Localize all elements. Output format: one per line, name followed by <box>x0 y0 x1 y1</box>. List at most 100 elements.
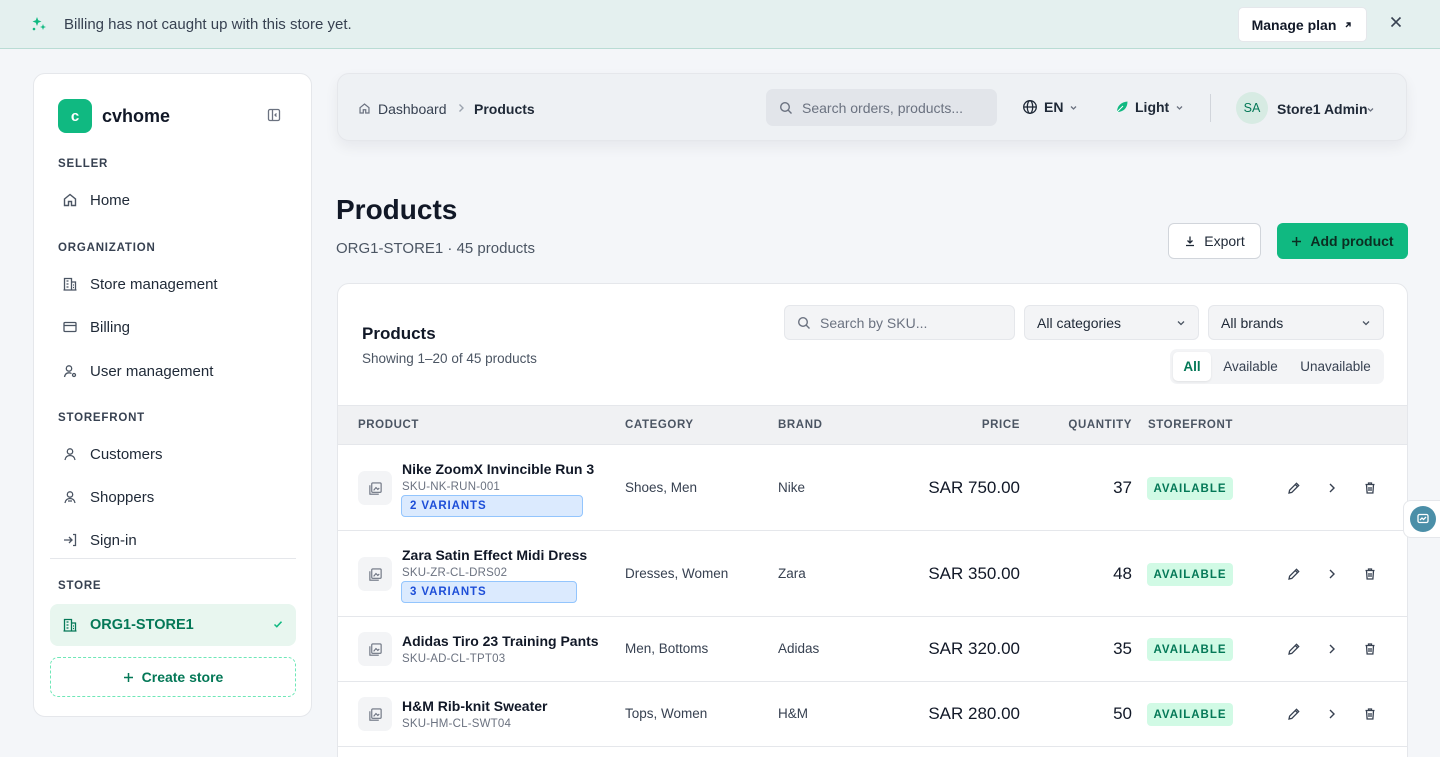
language-selector[interactable]: EN <box>1022 99 1078 115</box>
sparkle-icon <box>31 16 47 32</box>
product-price: SAR 350.00 <box>928 564 1020 583</box>
image-placeholder-icon <box>358 697 392 731</box>
credit-card-icon <box>62 319 78 335</box>
table-row[interactable]: Zara Satin Effect Midi Dress SKU-ZR-CL-D… <box>338 531 1407 617</box>
product-brand: Nike <box>778 480 806 495</box>
sidebar-item-label: Store management <box>90 275 218 293</box>
page-title: Products <box>336 194 458 225</box>
trash-icon[interactable] <box>1363 642 1377 656</box>
sidebar-item-billing[interactable]: Billing <box>50 308 296 346</box>
filter-all[interactable]: All <box>1173 352 1211 381</box>
sidebar-item-store-management[interactable]: Store management <box>50 265 296 303</box>
product-quantity: 48 <box>1113 564 1132 583</box>
home-icon <box>62 192 78 208</box>
variants-badge[interactable]: 2 VARIANTS <box>401 495 583 517</box>
sidebar-item-customers[interactable]: Customers <box>50 435 296 473</box>
manage-plan-button[interactable]: Manage plan <box>1238 7 1367 42</box>
image-placeholder-icon <box>358 471 392 505</box>
product-sku: SKU-ZR-CL-DRS02 <box>402 567 508 579</box>
create-store-button[interactable]: Create store <box>50 657 296 697</box>
status-badge: AVAILABLE <box>1147 703 1233 726</box>
product-category: Dresses, Women <box>625 566 729 581</box>
column-category[interactable]: CATEGORY <box>625 419 694 431</box>
avatar-initials: SA <box>1243 101 1261 115</box>
edit-icon[interactable] <box>1287 567 1301 581</box>
product-quantity: 35 <box>1113 639 1132 658</box>
chevron-down-icon[interactable] <box>1366 105 1375 114</box>
sku-search[interactable] <box>784 305 1015 340</box>
add-product-button[interactable]: Add product <box>1277 223 1408 259</box>
edit-icon[interactable] <box>1287 481 1301 495</box>
product-name[interactable]: Zara Satin Effect Midi Dress <box>402 547 587 563</box>
category-select[interactable]: All categories <box>1024 305 1199 340</box>
sidebar-item-home[interactable]: Home <box>50 181 296 219</box>
table-row[interactable]: Adidas Tiro 23 Training Pants SKU-AD-CL-… <box>338 617 1407 682</box>
variants-badge[interactable]: 3 VARIANTS <box>401 581 577 603</box>
brand-select[interactable]: All brands <box>1208 305 1384 340</box>
column-storefront[interactable]: STOREFRONT <box>1148 419 1233 431</box>
trash-icon[interactable] <box>1363 481 1377 495</box>
product-name[interactable]: Adidas Tiro 23 Training Pants <box>402 633 599 649</box>
table-row[interactable]: Nike ZoomX Invincible Run 3 SKU-NK-RUN-0… <box>338 445 1407 531</box>
product-quantity: 37 <box>1113 478 1132 497</box>
chevron-right-icon[interactable] <box>1326 642 1338 656</box>
sidebar-item-signin[interactable]: Sign-in <box>50 521 296 550</box>
product-category: Shoes, Men <box>625 480 698 495</box>
avatar[interactable]: SA <box>1236 92 1268 124</box>
chevron-right-icon[interactable] <box>1326 707 1338 721</box>
edit-icon[interactable] <box>1287 642 1301 656</box>
trash-icon[interactable] <box>1363 707 1377 721</box>
chat-icon <box>1410 506 1436 532</box>
sidebar: c cvhome SELLER Home ORGANIZATION Store … <box>33 73 312 717</box>
product-name[interactable]: Nike ZoomX Invincible Run 3 <box>402 461 594 477</box>
product-quantity: 50 <box>1113 704 1132 723</box>
product-price: SAR 280.00 <box>928 704 1020 723</box>
top-header: Dashboard Products EN Light SA Store1 Ad… <box>337 73 1407 141</box>
sidebar-item-shoppers[interactable]: Shoppers <box>50 478 296 516</box>
status-badge: AVAILABLE <box>1147 563 1233 586</box>
user-menu-name[interactable]: Store1 Admin <box>1277 101 1368 117</box>
trash-icon[interactable] <box>1363 567 1377 581</box>
plus-icon <box>123 672 134 683</box>
column-product[interactable]: PRODUCT <box>358 419 419 431</box>
table-row[interactable]: H&M Rib-knit Sweater SKU-HM-CL-SWT04 Top… <box>338 682 1407 747</box>
table-header: PRODUCT CATEGORY BRAND PRICE QUANTITY ST… <box>338 405 1407 445</box>
chevron-right-icon[interactable] <box>1326 481 1338 495</box>
product-name[interactable]: H&M Rib-knit Sweater <box>402 698 547 714</box>
sign-in-icon <box>62 532 78 548</box>
edit-icon[interactable] <box>1287 707 1301 721</box>
image-placeholder-icon <box>358 632 392 666</box>
close-icon[interactable] <box>1389 15 1403 29</box>
home-icon <box>358 102 371 115</box>
current-store-item[interactable]: ORG1-STORE1 <box>50 604 296 646</box>
product-sku: SKU-HM-CL-SWT04 <box>402 718 512 730</box>
column-price[interactable]: PRICE <box>982 419 1020 431</box>
sidebar-item-user-management[interactable]: User management <box>50 352 296 390</box>
chevron-down-icon <box>1175 103 1184 112</box>
chevron-right-icon[interactable] <box>1326 567 1338 581</box>
billing-banner: Billing has not caught up with this stor… <box>0 0 1440 49</box>
column-quantity[interactable]: QUANTITY <box>1068 419 1132 431</box>
search-icon <box>797 316 811 330</box>
filter-unavailable[interactable]: Unavailable <box>1290 352 1381 381</box>
export-button[interactable]: Export <box>1168 223 1261 259</box>
theme-selector[interactable]: Light <box>1115 99 1184 115</box>
user-badge-icon <box>62 489 78 505</box>
filter-available[interactable]: Available <box>1211 352 1290 381</box>
sku-search-input[interactable] <box>820 314 1000 331</box>
help-widget[interactable] <box>1403 500 1440 538</box>
user-icon <box>62 446 78 462</box>
column-brand[interactable]: BRAND <box>778 419 823 431</box>
section-seller: SELLER <box>58 158 109 170</box>
sidebar-item-label: Customers <box>90 445 163 463</box>
breadcrumb-dashboard[interactable]: Dashboard <box>378 101 447 117</box>
section-store: STORE <box>58 580 102 592</box>
section-storefront: STOREFRONT <box>58 412 146 424</box>
chevron-down-icon <box>1069 103 1078 112</box>
status-badge: AVAILABLE <box>1147 477 1233 500</box>
global-search-input[interactable] <box>802 99 982 116</box>
sidebar-item-label: Billing <box>90 318 131 336</box>
building-icon <box>62 617 78 633</box>
global-search[interactable] <box>766 89 997 126</box>
external-arrow-icon <box>1343 20 1353 30</box>
